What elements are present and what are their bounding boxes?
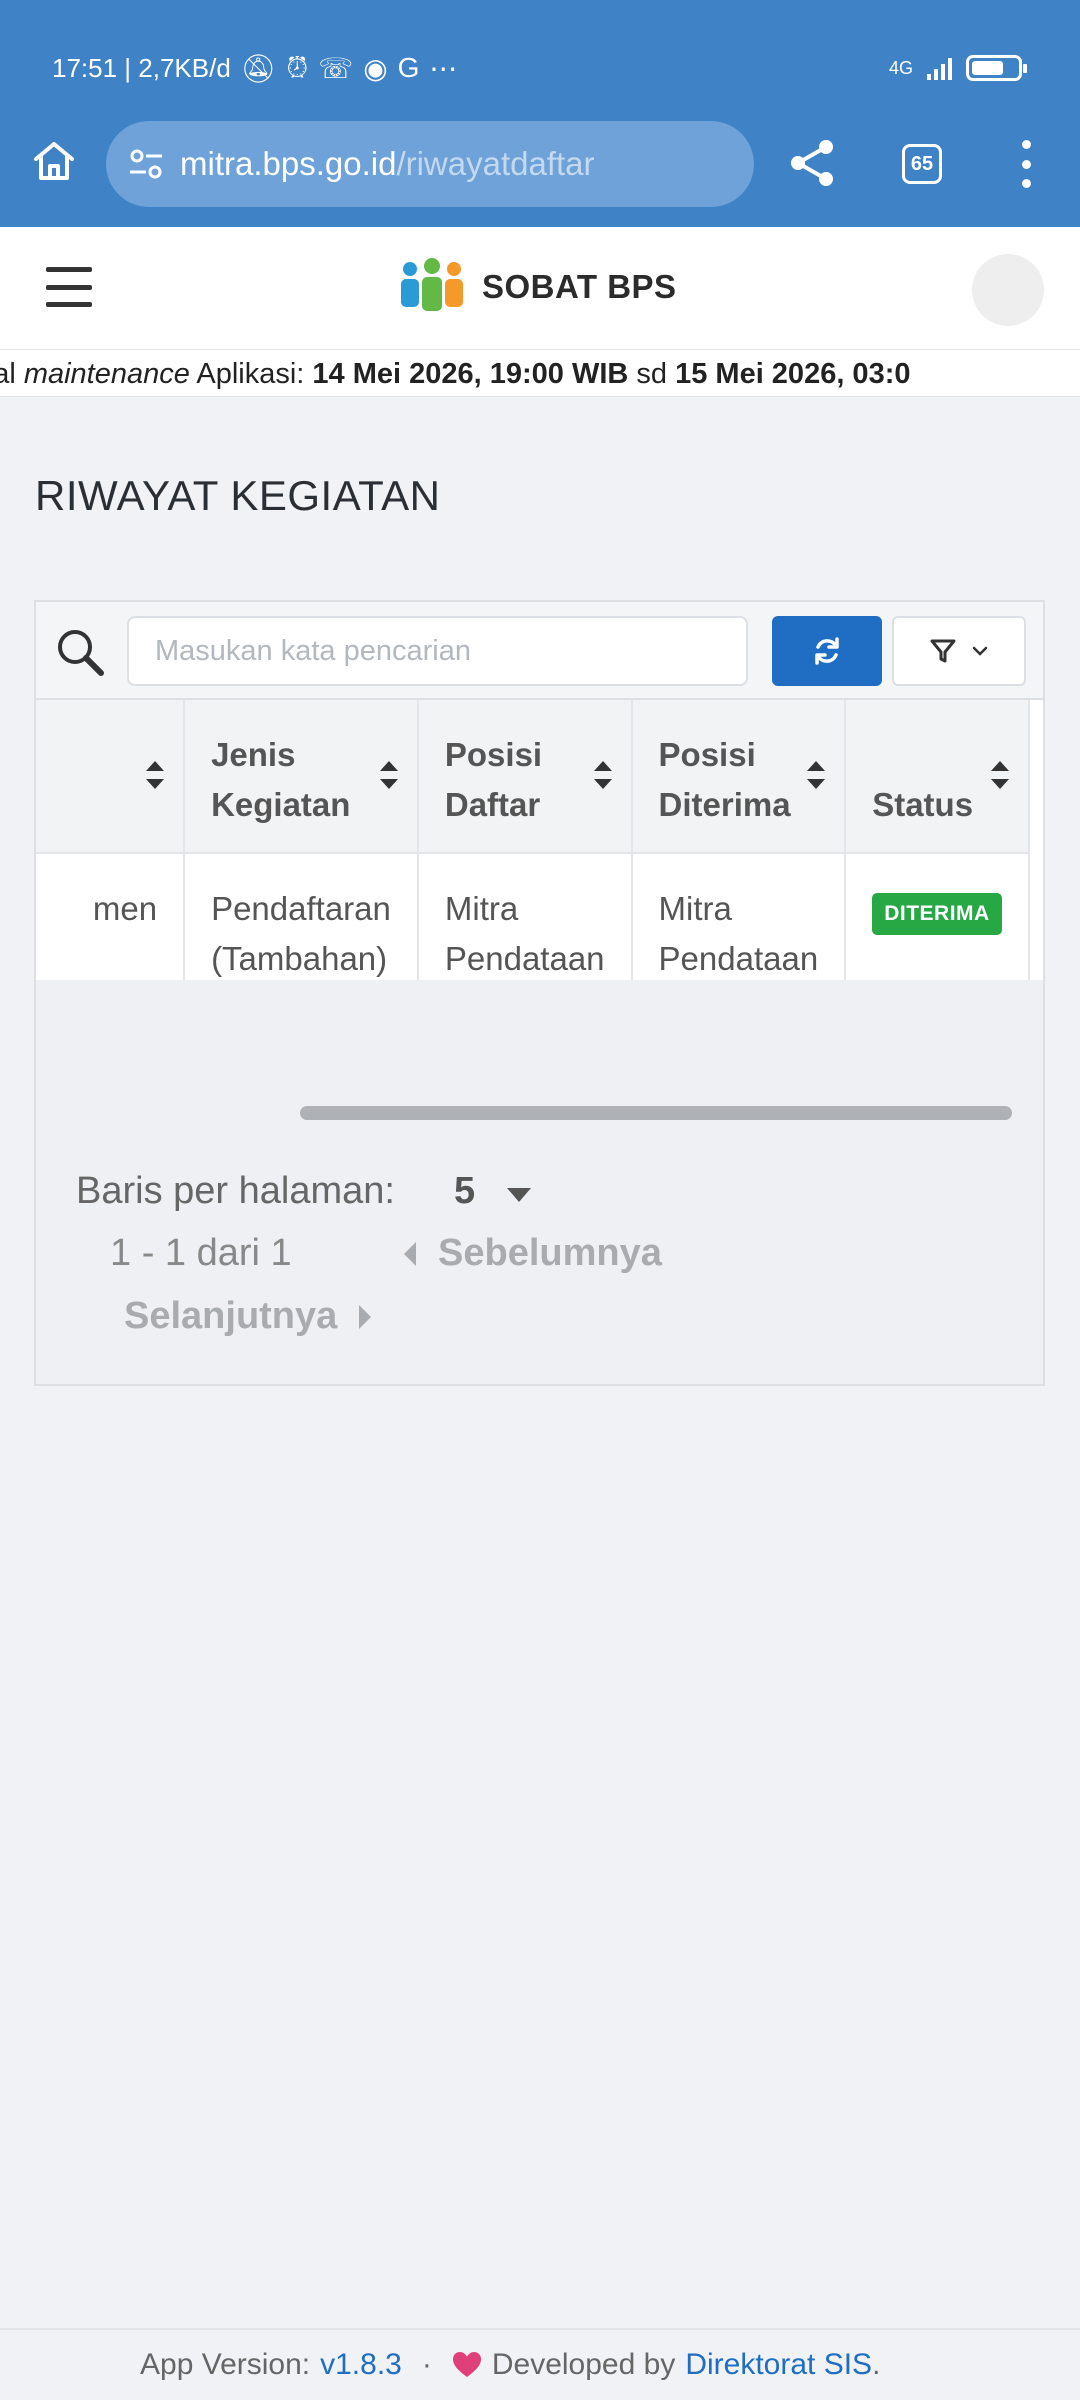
url-domain: mitra.bps.go.id — [180, 145, 397, 182]
table-row: men k 026 Pendaftaran (Tambahan) Mitra P… — [36, 853, 1030, 980]
network-label: 4G — [888, 57, 913, 78]
whatsapp-icon: ☏ — [318, 52, 354, 84]
home-icon[interactable] — [30, 137, 78, 185]
status-bar: 17:51 | 2,7KB/d 🔕︎ ⏰︎ ☏ ◉ G ⋯ — [52, 51, 458, 85]
footer-text: App Version: v1.8.3 · Developed by Direk… — [140, 2348, 881, 2382]
sort-icon[interactable] — [377, 758, 401, 792]
share-icon[interactable] — [786, 137, 838, 189]
maintenance-banner: adwal maintenance Aplikasi: 14 Mei 2026,… — [0, 349, 1080, 397]
cell-status: DITERIMA — [845, 853, 1030, 980]
heart-icon — [452, 2352, 481, 2377]
more-icon: ⋯ — [429, 52, 458, 84]
cell-posisi-diterima: Mitra Pendataan — [631, 853, 847, 980]
browser-menu-icon[interactable] — [1014, 140, 1038, 188]
battery-icon — [966, 55, 1027, 81]
app-version-link[interactable]: v1.8.3 — [320, 2348, 402, 2382]
horizontal-scrollbar[interactable] — [300, 1106, 1012, 1120]
url-path: /riwayatdaftar — [396, 145, 595, 182]
filter-icon — [930, 639, 956, 663]
caret-down-icon[interactable] — [505, 1186, 533, 1204]
google-icon: G — [397, 52, 420, 83]
rows-per-page-select[interactable]: 5 — [454, 1170, 475, 1213]
status-time: 17:51 — [52, 52, 118, 83]
browser-chrome: 17:51 | 2,7KB/d 🔕︎ ⏰︎ ☏ ◉ G ⋯ 4G mitra.b… — [0, 0, 1080, 227]
pagination-range: 1 - 1 dari 1 — [110, 1232, 292, 1274]
column-header-posisi-daftar[interactable]: Posisi Daftar — [417, 700, 633, 854]
tabs-button[interactable]: 65 — [902, 144, 942, 184]
caret-right-icon — [359, 1304, 372, 1329]
cell-posisi-daftar: Mitra Pendataan — [417, 853, 633, 980]
brand[interactable]: SOBAT BPS — [396, 257, 677, 317]
status-icons: 🔕︎ ⏰︎ ☏ ◉ G ⋯ — [241, 52, 458, 85]
cell-truncated: men k 026 — [36, 853, 186, 980]
search-toolbar — [36, 602, 1043, 698]
next-page-button[interactable]: Selanjutnya — [124, 1295, 373, 1338]
status-speed: 2,7KB/d — [138, 52, 231, 83]
mute-icon: 🔕︎ — [240, 52, 277, 84]
search-icon — [58, 630, 104, 676]
sort-icon[interactable] — [804, 758, 828, 792]
maintenance-text: adwal maintenance Aplikasi: 14 Mei 2026,… — [0, 358, 911, 390]
column-header-hidden[interactable] — [36, 700, 186, 854]
brand-name: SOBAT BPS — [482, 268, 677, 305]
previous-page-button[interactable]: Sebelumnya — [402, 1232, 662, 1275]
page-title: RIWAYAT KEGIATAN — [35, 472, 441, 519]
status-badge: DITERIMA — [872, 893, 1002, 935]
rows-per-page-label: Baris per halaman: — [76, 1170, 395, 1212]
column-header-status[interactable]: Status — [845, 700, 1030, 854]
alarm-icon: ⏰︎ — [286, 51, 309, 83]
column-header-posisi-diterima[interactable]: Posisi Diterima — [631, 700, 847, 854]
developer-link[interactable]: Direktorat SIS — [685, 2348, 872, 2381]
site-settings-icon[interactable] — [126, 144, 166, 184]
footer: App Version: v1.8.3 · Developed by Direk… — [0, 2328, 1080, 2400]
sort-icon[interactable] — [591, 758, 615, 792]
hamburger-menu-icon[interactable] — [46, 267, 92, 307]
refresh-icon — [815, 637, 839, 665]
cell-jenis-kegiatan: Pendaftaran (Tambahan) — [184, 853, 419, 980]
filter-button[interactable] — [892, 616, 1026, 686]
activity-table: Jenis Kegiatan Posisi Daftar Posisi Dite… — [36, 700, 1030, 980]
refresh-button[interactable] — [772, 616, 882, 686]
messenger-icon: ◉ — [363, 52, 388, 84]
caret-left-icon — [404, 1241, 416, 1266]
table-header-row: Jenis Kegiatan Posisi Daftar Posisi Dite… — [36, 700, 1030, 854]
column-header-jenis-kegiatan[interactable]: Jenis Kegiatan — [184, 700, 419, 854]
search-input[interactable] — [127, 616, 748, 686]
signal-icon — [927, 56, 952, 80]
url-bar[interactable]: mitra.bps.go.id/riwayatdaftar — [106, 121, 754, 207]
sort-icon[interactable] — [988, 758, 1012, 792]
chevron-down-icon — [972, 646, 988, 656]
table-scroll-area[interactable]: Jenis Kegiatan Posisi Daftar Posisi Dite… — [36, 698, 1043, 980]
user-avatar[interactable] — [972, 254, 1044, 326]
sort-icon[interactable] — [143, 758, 167, 792]
status-right: 4G — [888, 48, 1027, 88]
sobat-bps-logo-icon — [401, 258, 463, 311]
tab-count: 65 — [910, 152, 934, 175]
app-header: SOBAT BPS — [0, 227, 1080, 349]
